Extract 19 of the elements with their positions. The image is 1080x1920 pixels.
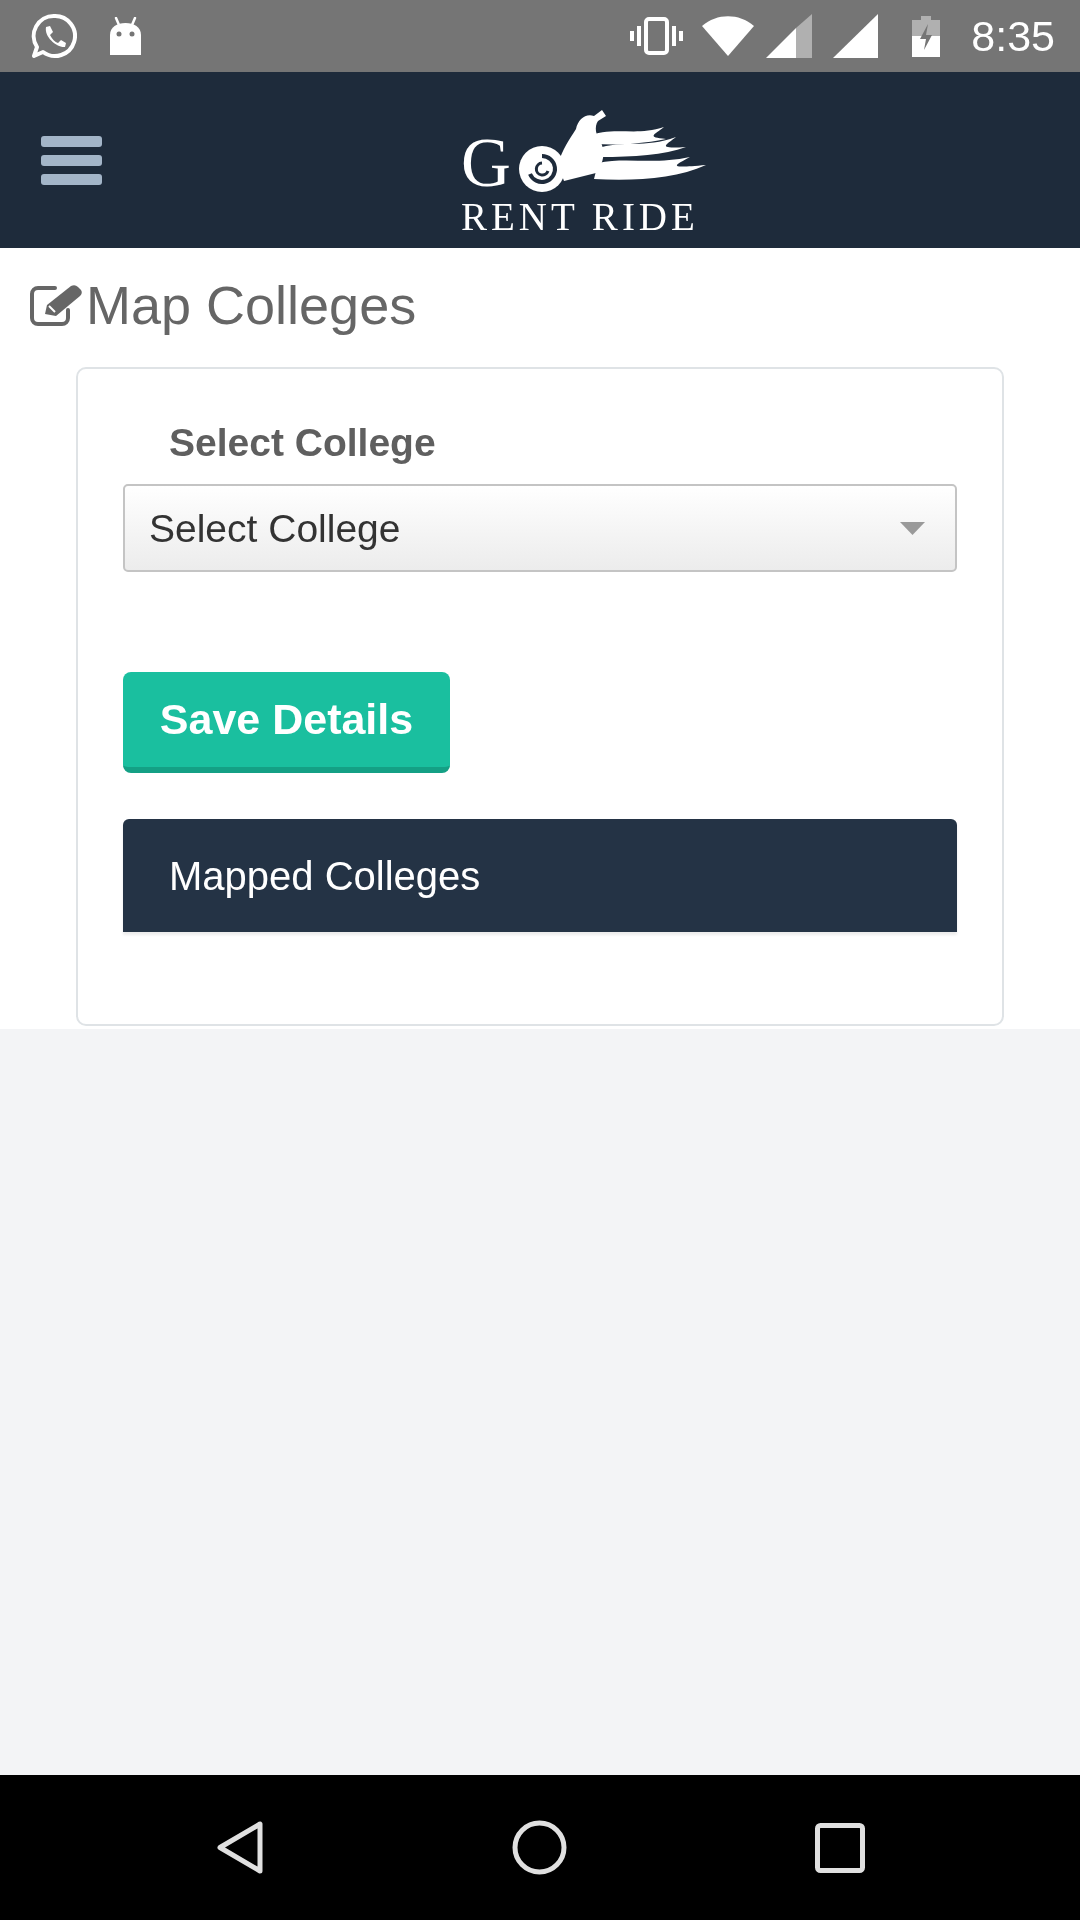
vibrate-icon [630,17,684,55]
back-icon[interactable] [215,1821,264,1874]
signal-icon [833,14,879,58]
college-select[interactable]: Select College [123,484,957,572]
status-time: 8:35 [971,14,1055,58]
signal-icon [766,14,813,58]
battery-charging-icon [912,15,941,57]
logo-letter: G [461,133,511,193]
edit-icon [29,283,84,327]
recents-icon[interactable] [814,1822,865,1873]
home-icon[interactable] [511,1820,567,1875]
logo-text: RENT RIDE [461,197,699,236]
menu-icon[interactable] [41,136,102,185]
chat-bubble-icon [31,12,77,60]
caret-icon [900,521,925,535]
robot-icon [108,17,143,55]
wifi-icon [702,16,755,56]
panel-header: Mapped Colleges [123,819,957,932]
field-label: Select College [169,423,436,462]
